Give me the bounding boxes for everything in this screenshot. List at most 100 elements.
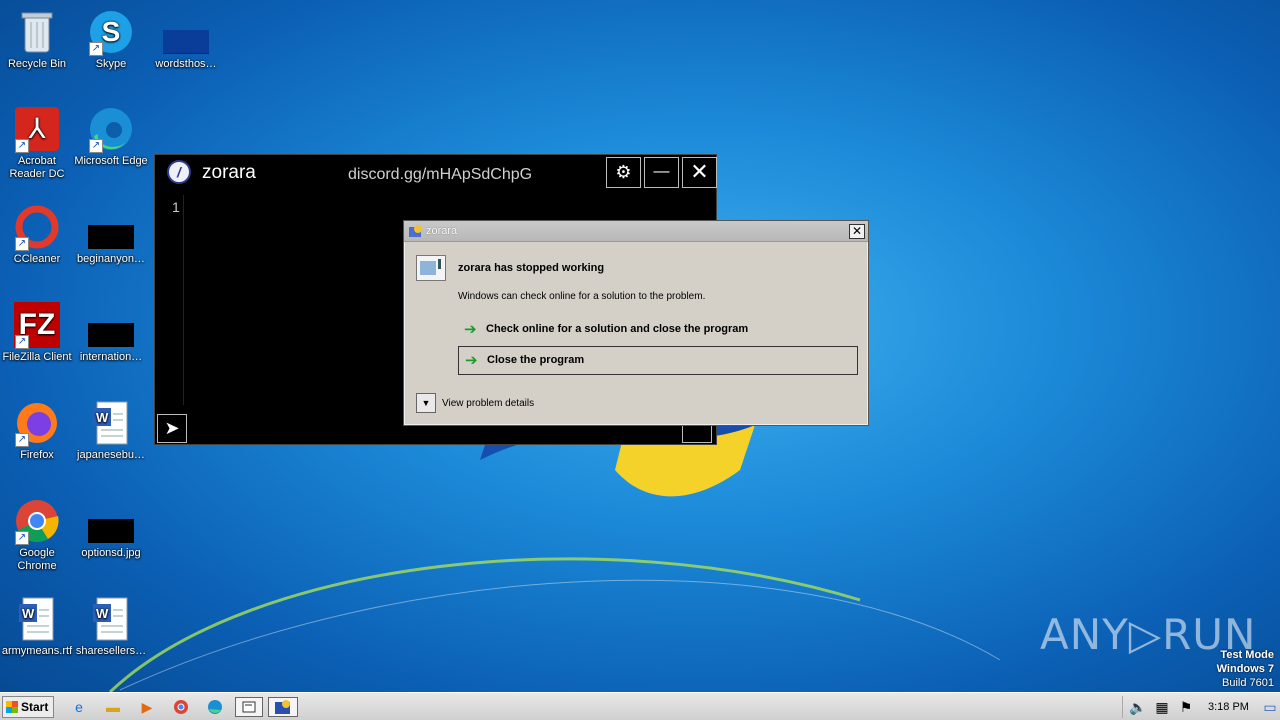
option-label: Check online for a solution and close th… (486, 323, 749, 335)
start-label: Start (21, 700, 49, 714)
desktop-icon-recycle-bin[interactable]: Recycle Bin (0, 8, 74, 71)
view-details-label[interactable]: View problem details (442, 398, 534, 409)
desktop-icon-internation[interactable]: internation… (74, 301, 148, 364)
chrome-icon: ↗ (13, 497, 61, 545)
media-player-icon[interactable]: ▶ (136, 697, 158, 717)
close-button[interactable]: ✕ (682, 157, 717, 188)
icon-label: Firefox (20, 449, 54, 461)
network-icon[interactable]: ▦ (1151, 697, 1173, 717)
icon-label: japanesebu… (77, 449, 145, 461)
blank-file-icon (87, 301, 135, 349)
desktop: Recycle Bin ⅄ ↗ Acrobat Reader DC ↗ CCle… (0, 0, 1280, 692)
desktop-icon-chrome[interactable]: ↗ Google Chrome (0, 497, 74, 573)
skype-icon: S ↗ (87, 8, 135, 56)
expand-details-button[interactable]: ▼ (416, 393, 436, 413)
icon-label: Google Chrome (17, 547, 57, 572)
volume-icon[interactable]: 🔈 (1127, 697, 1149, 717)
shortcut-arrow-icon: ↗ (15, 237, 29, 251)
ie-icon[interactable]: e (68, 697, 90, 717)
green-arrow-icon: ➔ (465, 352, 478, 369)
icon-label: Skype (95, 58, 127, 70)
desktop-icon-filezilla[interactable]: FZ ↗ FileZilla Client (0, 301, 74, 364)
zorara-title: zorara (202, 162, 256, 183)
check-online-option[interactable]: ➔ Check online for a solution and close … (458, 316, 858, 345)
minimize-icon: — (653, 163, 670, 180)
dialog-description: Windows can check online for a solution … (458, 291, 706, 302)
svg-text:W: W (22, 606, 35, 621)
editor-gutter (183, 195, 184, 405)
action-center-flag-icon[interactable]: ⚑ (1175, 697, 1197, 717)
dialog-heading: zorara has stopped working (458, 262, 605, 274)
desktop-icon-sharesellers[interactable]: W sharesellers… (74, 595, 148, 658)
zorara-logo-icon: / (167, 160, 191, 184)
desktop-icon-edge[interactable]: ↗ Microsoft Edge (74, 105, 148, 168)
ccleaner-icon: ↗ (13, 203, 61, 251)
desktop-icon-beginanyon[interactable]: beginanyon… (74, 203, 148, 266)
recycle-bin-icon (13, 8, 61, 56)
desktop-icon-ccleaner[interactable]: ↗ CCleaner (0, 203, 74, 266)
explorer-icon[interactable]: ▬ (102, 697, 124, 717)
desktop-icon-armymeans[interactable]: W armymeans.rtf (0, 595, 74, 658)
close-icon: ✕ (851, 224, 863, 238)
discord-link[interactable]: discord.gg/mHApSdChpG (348, 166, 532, 184)
close-icon: ✕ (690, 159, 709, 184)
chrome-icon[interactable] (170, 697, 192, 717)
edge-icon[interactable] (204, 697, 226, 717)
icon-label: internation… (79, 351, 143, 363)
gear-icon: ⚙ (615, 162, 632, 182)
dialog-close-button[interactable]: ✕ (849, 224, 865, 239)
error-report-icon (408, 224, 423, 239)
windows-logo-icon (6, 701, 18, 713)
clear-button[interactable] (682, 423, 712, 443)
close-program-option[interactable]: ➔ Close the program (458, 346, 858, 375)
clock[interactable]: 3:18 PM (1208, 701, 1249, 713)
shortcut-arrow-icon: ↗ (15, 139, 29, 153)
settings-button[interactable]: ⚙ (606, 157, 641, 188)
icon-label: sharesellers… (75, 645, 147, 657)
icon-label: CCleaner (13, 253, 61, 265)
desktop-icon-japanesebu[interactable]: W japanesebu… (74, 399, 148, 462)
desktop-icon-firefox[interactable]: ↗ Firefox (0, 399, 74, 462)
icon-label: Recycle Bin (7, 58, 67, 70)
show-desktop-icon[interactable]: ▭ (1259, 697, 1280, 717)
word-doc-icon: W (87, 399, 135, 447)
desktop-icon-wordsthos[interactable]: wordsthos… (149, 8, 223, 71)
play-arrow-icon: ➤ (164, 418, 180, 438)
option-label: Close the program (487, 354, 585, 366)
icon-label: Microsoft Edge (74, 155, 148, 167)
icon-label: Acrobat Reader DC (9, 155, 65, 180)
shortcut-arrow-icon: ↗ (89, 42, 103, 56)
error-dialog[interactable]: zorara ✕ zorara has stopped working Wind… (403, 220, 869, 426)
icon-label: FileZilla Client (2, 351, 72, 363)
zorara-task-icon[interactable] (235, 697, 263, 717)
filezilla-icon: FZ ↗ (13, 301, 61, 349)
line-number: 1 (172, 199, 180, 215)
edge-icon: ↗ (87, 105, 135, 153)
os-label: Windows 7 (1216, 663, 1274, 675)
dialog-title: zorara (426, 225, 458, 237)
desktop-icon-skype[interactable]: S ↗ Skype (74, 8, 148, 71)
error-report-task-icon[interactable] (268, 697, 298, 717)
blank-file-icon (87, 203, 135, 251)
build-label: Build 7601 (1222, 677, 1274, 689)
execute-button[interactable]: ➤ (157, 414, 187, 443)
taskbar: Start e ▬ ▶ 🔈 ▦ ⚑ ▭ 3:18 PM (0, 692, 1280, 720)
desktop-icon-optionsd[interactable]: optionsd.jpg (74, 497, 148, 560)
icon-label: armymeans.rtf (1, 645, 73, 657)
dialog-titlebar[interactable]: zorara ✕ (404, 221, 868, 242)
blank-file-icon (87, 497, 135, 545)
shortcut-arrow-icon: ↗ (15, 335, 29, 349)
shortcut-arrow-icon: ↗ (15, 531, 29, 545)
icon-label: beginanyon… (77, 253, 145, 265)
start-button[interactable]: Start (2, 696, 54, 718)
test-mode-info: Test Mode Windows 7 Build 7601 (1217, 648, 1274, 690)
word-doc-icon: W (13, 595, 61, 643)
chevron-down-icon: ▼ (421, 398, 431, 408)
svg-text:W: W (96, 410, 109, 425)
icon-label: wordsthos… (155, 58, 217, 70)
desktop-icon-acrobat[interactable]: ⅄ ↗ Acrobat Reader DC (0, 105, 74, 181)
shortcut-arrow-icon: ↗ (15, 433, 29, 447)
minimize-button[interactable]: — (644, 157, 679, 188)
acrobat-icon: ⅄ ↗ (13, 105, 61, 153)
icon-label: optionsd.jpg (81, 547, 141, 559)
